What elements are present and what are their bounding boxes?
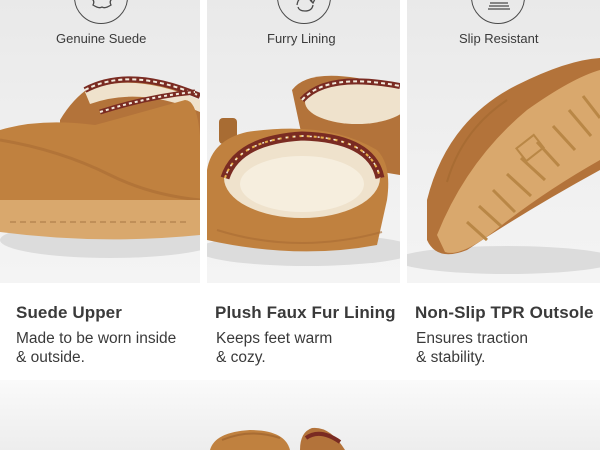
feature-title: Suede Upper [16, 303, 122, 322]
feature-description: Ensures traction & stability. [416, 329, 600, 367]
feature-label: Slip Resistant [459, 31, 539, 46]
feature-label: Furry Lining [267, 31, 336, 46]
feature-label: Genuine Suede [56, 31, 147, 46]
description-line: & outside. [16, 349, 85, 366]
feature-panel-sole: Slip Resistant [407, 0, 600, 283]
feature-title: Non-Slip TPR Outsole [415, 303, 594, 322]
description-line: & cozy. [216, 349, 266, 366]
feature-description: Made to be worn inside & outside. [16, 329, 206, 367]
feature-panel-fur: Furry Lining [207, 0, 400, 283]
feature-panel-suede: Genuine Suede [0, 0, 200, 283]
bottom-product-strip [0, 380, 600, 450]
description-line: & stability. [416, 349, 486, 366]
grip-lines-icon [471, 0, 525, 24]
suede-hide-icon [74, 0, 128, 24]
fur-swirl-icon [277, 0, 331, 24]
description-line: Ensures traction [416, 330, 528, 347]
feature-title: Plush Faux Fur Lining [215, 303, 396, 322]
feature-description: Keeps feet warm & cozy. [216, 329, 406, 367]
description-line: Keeps feet warm [216, 330, 333, 347]
slipper-top-photo [210, 427, 345, 450]
description-line: Made to be worn inside [16, 330, 177, 347]
